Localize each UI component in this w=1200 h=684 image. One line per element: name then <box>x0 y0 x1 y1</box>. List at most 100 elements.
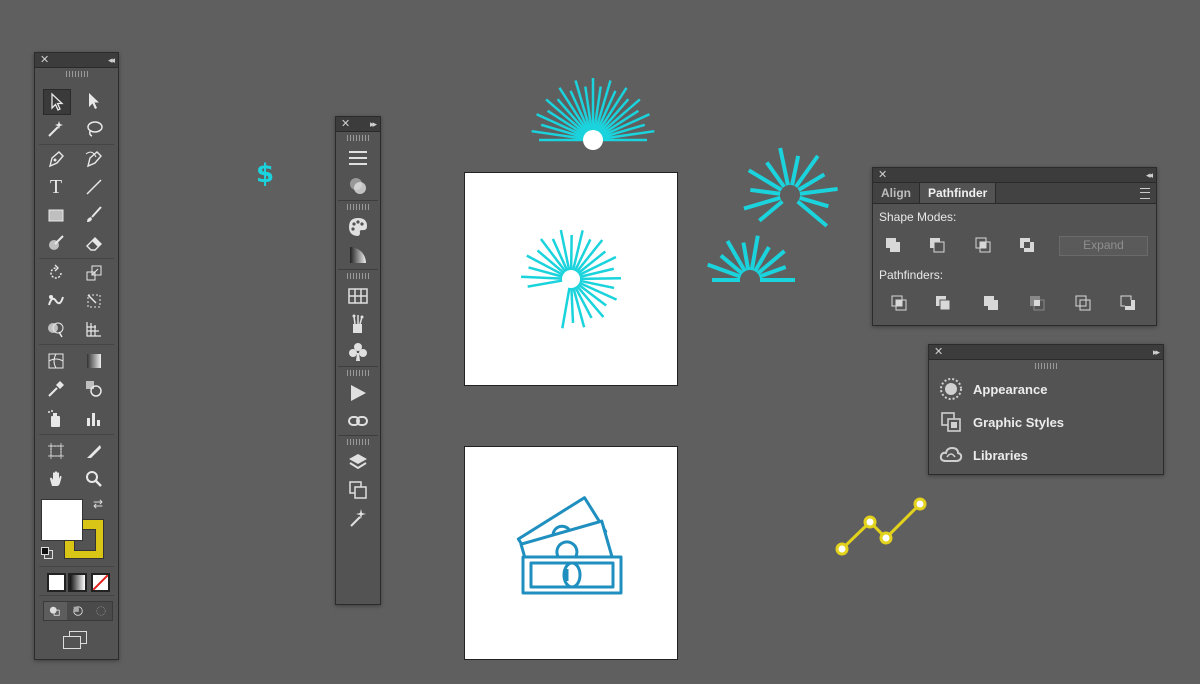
default-colors-icon[interactable] <box>41 547 53 559</box>
half-sunburst-shape[interactable] <box>520 70 670 160</box>
zoom-tool[interactable] <box>81 467 107 491</box>
pathfinder-titlebar[interactable]: ✕ ◂◂ <box>873 168 1156 183</box>
appearance-item[interactable]: Appearance <box>939 376 1047 402</box>
minus-front-button[interactable] <box>925 234 949 256</box>
collapse-icon[interactable]: ◂◂ <box>1146 168 1153 182</box>
intersect-button[interactable] <box>971 234 995 256</box>
line-graph-path[interactable] <box>830 492 930 562</box>
rotate-tool[interactable] <box>43 261 69 285</box>
gradient-mode-button[interactable] <box>68 573 87 592</box>
tab-align[interactable]: Align <box>873 183 919 203</box>
play-icon <box>351 385 366 401</box>
eraser-tool[interactable] <box>81 231 107 255</box>
perspective-grid-tool[interactable] <box>81 317 107 341</box>
type-tool[interactable]: T <box>43 175 69 199</box>
drag-grip[interactable] <box>347 370 369 376</box>
lasso-tool[interactable] <box>81 117 107 141</box>
draw-inside-icon[interactable] <box>89 602 112 620</box>
shape-builder-tool[interactable] <box>43 317 69 341</box>
drag-grip[interactable] <box>347 439 369 445</box>
actions-panel-button[interactable] <box>336 379 380 407</box>
swap-fill-stroke-icon[interactable]: ⇄ <box>93 497 103 511</box>
properties-panel-button[interactable] <box>336 144 380 172</box>
paintbrush-tool[interactable] <box>81 203 107 227</box>
transparency-panel-button[interactable] <box>336 172 380 200</box>
unite-button[interactable] <box>881 234 905 256</box>
merge-button[interactable] <box>979 292 1003 314</box>
panel-titlebar[interactable]: ✕ ▸▸ <box>929 345 1163 360</box>
drag-grip[interactable] <box>347 273 369 279</box>
expand-icon[interactable]: ▸▸ <box>1153 345 1160 359</box>
expand-icon[interactable]: ▸▸ <box>370 117 377 131</box>
money-icon[interactable] <box>465 447 677 659</box>
column-graph-tool[interactable] <box>81 407 107 431</box>
direct-selection-tool[interactable] <box>81 89 107 113</box>
crop-button[interactable] <box>1025 292 1049 314</box>
fill-swatch[interactable] <box>41 499 83 541</box>
collapse-icon[interactable]: ◂◂ <box>108 53 115 67</box>
curvature-tool[interactable] <box>81 147 107 171</box>
mesh-tool[interactable] <box>43 349 69 373</box>
drag-grip[interactable] <box>347 204 369 210</box>
drag-grip[interactable] <box>347 135 369 141</box>
symbols-panel-button[interactable] <box>336 338 380 366</box>
artboard-2[interactable] <box>464 446 678 660</box>
drag-grip[interactable] <box>1035 363 1057 369</box>
color-guide-panel-button[interactable] <box>336 213 380 241</box>
asset-export-panel-button[interactable] <box>336 504 380 532</box>
pen-tool[interactable] <box>43 147 69 171</box>
puppet-warp-tool[interactable] <box>43 289 69 313</box>
dollar-sign-glyph[interactable]: $ <box>256 159 274 189</box>
sunburst-shape[interactable] <box>465 173 677 385</box>
swatches-panel-button[interactable] <box>336 282 380 310</box>
expand-button[interactable]: Expand <box>1059 236 1148 256</box>
blend-tool[interactable] <box>81 377 107 401</box>
slice-tool[interactable] <box>81 439 107 463</box>
tools-panel-titlebar[interactable]: ✕ ◂◂ <box>35 53 118 68</box>
close-icon[interactable]: ✕ <box>934 345 943 359</box>
drag-grip[interactable] <box>65 71 88 77</box>
hand-tool[interactable] <box>43 467 69 491</box>
rectangle-tool[interactable] <box>43 203 69 227</box>
artboard-1[interactable] <box>464 172 678 386</box>
tab-pathfinder[interactable]: Pathfinder <box>919 183 997 203</box>
artboard-tool[interactable] <box>43 439 69 463</box>
sunburst-ray <box>799 186 838 196</box>
color-mode-button[interactable] <box>47 573 66 592</box>
quarter-sunburst-shape[interactable] <box>695 230 805 330</box>
symbol-sprayer-tool[interactable] <box>43 407 69 431</box>
close-icon[interactable]: ✕ <box>341 117 350 131</box>
type-icon: T <box>49 175 63 198</box>
none-mode-button[interactable] <box>91 573 110 592</box>
selection-tool[interactable] <box>43 89 71 115</box>
shaper-tool[interactable] <box>43 231 69 255</box>
screen-mode-icon[interactable] <box>63 631 87 649</box>
graphic-styles-icon <box>941 412 961 432</box>
crop-icon <box>1030 296 1045 311</box>
graphic-styles-item[interactable]: Graphic Styles <box>939 409 1064 435</box>
dock-titlebar[interactable]: ✕ ▸▸ <box>336 117 380 132</box>
draw-normal-icon[interactable] <box>44 602 67 620</box>
close-icon[interactable]: ✕ <box>878 168 887 182</box>
panel-menu-icon[interactable] <box>1140 188 1150 199</box>
exclude-button[interactable] <box>1015 234 1039 256</box>
line-segment-tool[interactable] <box>81 175 107 199</box>
links-panel-button[interactable] <box>336 407 380 435</box>
eyedropper-tool[interactable] <box>43 377 69 401</box>
draw-behind-icon[interactable] <box>67 602 90 620</box>
outline-button[interactable] <box>1071 292 1095 314</box>
brushes-panel-button[interactable] <box>336 310 380 338</box>
scale-tool[interactable] <box>81 261 107 285</box>
trim-button[interactable] <box>931 292 955 314</box>
gradient-tool[interactable] <box>81 349 107 373</box>
layers-panel-button[interactable] <box>336 448 380 476</box>
artboards-panel-button[interactable] <box>336 476 380 504</box>
minus-back-button[interactable] <box>1116 292 1140 314</box>
magic-wand-tool[interactable] <box>43 117 69 141</box>
free-transform-tool[interactable] <box>81 289 107 313</box>
libraries-item[interactable]: Libraries <box>939 442 1028 468</box>
sunburst-ray <box>545 98 588 136</box>
divide-button[interactable] <box>887 292 911 314</box>
close-icon[interactable]: ✕ <box>40 53 49 67</box>
gradient-panel-button[interactable] <box>336 241 380 269</box>
